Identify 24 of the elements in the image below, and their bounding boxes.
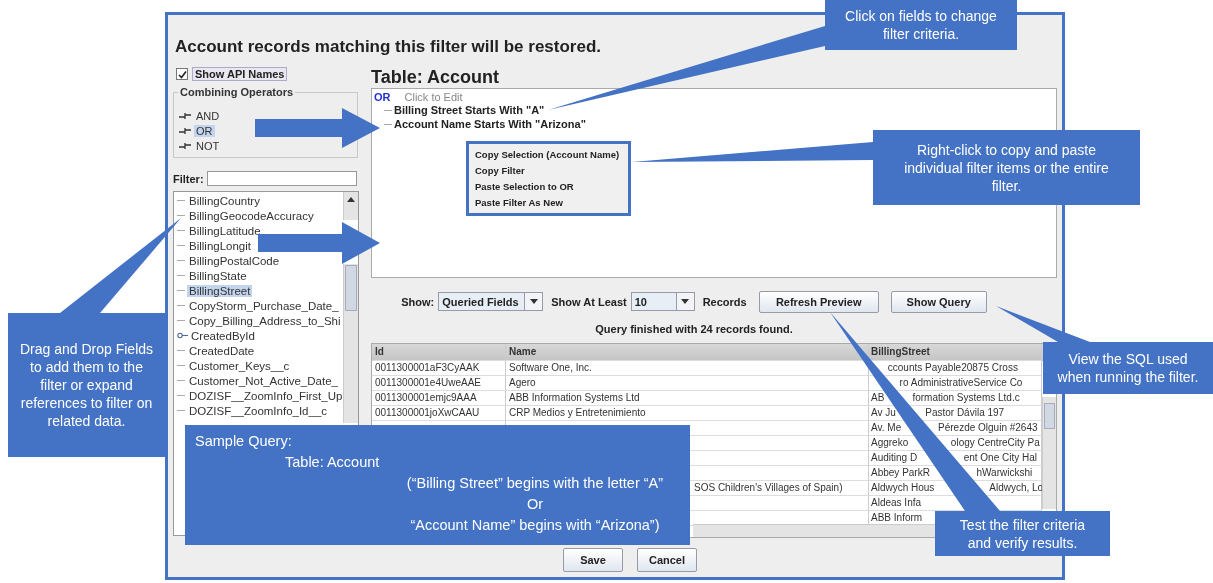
records-label: Records: [702, 295, 747, 308]
sample-query-line: Or: [526, 495, 544, 514]
table-cell: 0011300001emjc9AAA: [372, 391, 506, 406]
sample-query-table: Table: Account: [285, 452, 380, 473]
callout-note: Drag and Drop Fields to add them to the filter or expand references to filter on related data.: [8, 313, 165, 457]
table-cell: 0011300001e4UweAAE: [372, 376, 506, 391]
dialog-title: Account records matching this filter will be restored.: [175, 37, 603, 57]
sample-query-heading: Sample Query:: [195, 432, 292, 451]
callout-note: Click on fields to change filter criteria.: [825, 0, 1017, 50]
filter-label: Filter:: [173, 172, 204, 185]
callout-note: Right-click to copy and paste individual filter items or the entire filter.: [873, 130, 1140, 205]
table-cell: Agero: [506, 376, 869, 391]
sample-query-line: “Account Name” begins with “Arizona”): [410, 516, 660, 535]
table-cell: CRP Medios y Entretenimiento: [506, 406, 869, 421]
show-at-least-label: Show At Least: [551, 295, 627, 308]
table-cell: 0011300001joXwCAAU: [372, 406, 506, 421]
table-cell: Software One, Inc.: [506, 361, 869, 376]
show-label: Show:: [401, 295, 435, 308]
status-text: Query finished with 24 records found.: [594, 323, 794, 337]
table-cell: 0011300001aF3CyAAK: [372, 361, 506, 376]
callout-note: Test the filter criteria and verify results.: [935, 511, 1110, 556]
group-title: Combining Operators: [178, 86, 296, 98]
table-title: Table: Account: [371, 66, 500, 88]
table-cell: ABB Information Systems Ltd: [506, 391, 869, 406]
